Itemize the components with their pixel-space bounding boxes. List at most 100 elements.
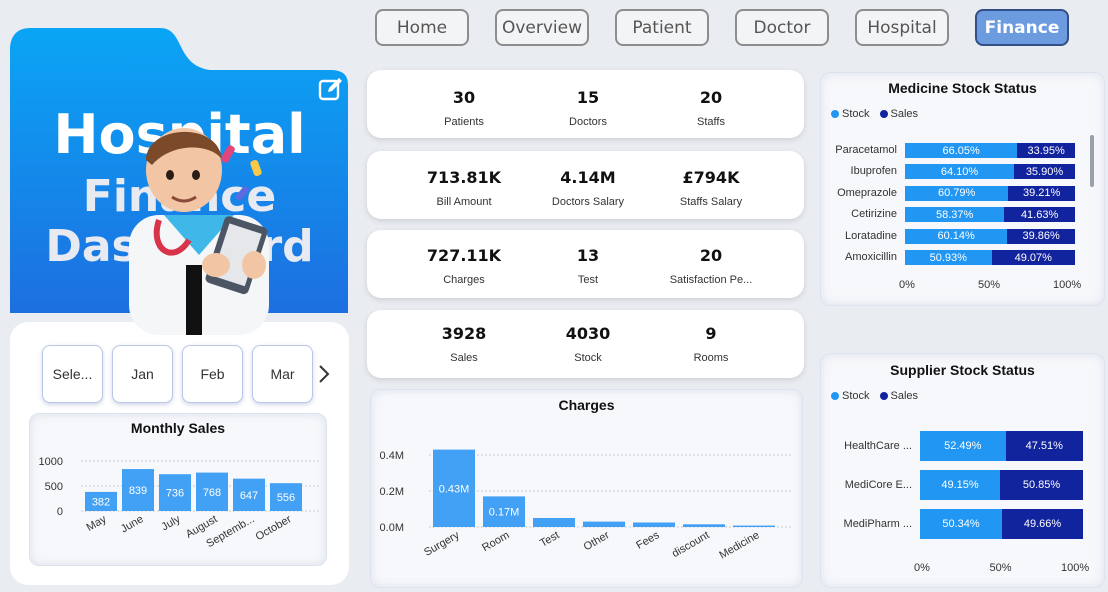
x-tick-label: July <box>160 513 183 533</box>
kpi-label: Stock <box>574 352 602 364</box>
stacked-bar-row: 50.93% 49.07% <box>905 250 1075 265</box>
x-tick-label: 50% <box>989 562 1012 574</box>
kpi-doctors: 15 Doctors <box>518 88 658 128</box>
nav-patient-button[interactable]: Patient <box>615 9 709 46</box>
month-select-all[interactable]: Sele... <box>42 345 103 403</box>
data-label: 736 <box>166 488 184 500</box>
month-feb[interactable]: Feb <box>182 345 243 403</box>
kpi-label: Bill Amount <box>436 196 492 208</box>
kpi-label: Sales <box>450 352 478 364</box>
stacked-bar-row: 60.14% 39.86% <box>905 228 1075 244</box>
data-label: 839 <box>129 485 147 497</box>
kpi-value: 20 <box>699 88 723 107</box>
nav-overview-button[interactable]: Overview <box>495 9 589 46</box>
bar-segment-sales[interactable]: 47.51% <box>1005 431 1083 461</box>
stacked-bar-row: 49.15% 50.85% <box>920 470 1083 500</box>
bar[interactable] <box>683 524 725 527</box>
x-tick-label: 50% <box>978 279 1001 291</box>
kpi-staffs-salary: £794K Staffs Salary <box>641 168 781 208</box>
data-label: 768 <box>203 487 221 499</box>
kpi-satisfaction: 20 Satisfaction Pe... <box>641 246 781 286</box>
legend-stock-label: Stock <box>842 108 870 120</box>
charges-card: Charges 0.4M 0.2M 0.0M 0.43M Surgery 0.17M Roo… <box>370 389 803 588</box>
row-label: Loratadine <box>845 229 897 242</box>
bar-segment-sales[interactable]: 39.86% <box>1007 228 1075 244</box>
x-tick-label: Test <box>538 529 561 549</box>
nav-doctor-button[interactable]: Doctor <box>735 9 829 46</box>
kpi-label: Staffs Salary <box>679 196 743 208</box>
data-label: 0.17M <box>489 507 520 519</box>
bar-segment-sales[interactable]: 50.85% <box>1000 470 1083 500</box>
x-tick-label: Medicine <box>717 529 761 561</box>
bar[interactable] <box>533 518 575 527</box>
kpi-stock: 4030 Stock <box>518 324 658 364</box>
legend-sales-label: Sales <box>890 390 919 402</box>
monthly-sales-chart: 10005000382May839June736July768August647… <box>39 456 320 550</box>
y-tick-label: 0.0M <box>380 522 404 534</box>
supplier-stock-card: Supplier Stock Status Stock Sales Health… <box>820 353 1105 588</box>
legend-stock: Stock <box>831 108 870 120</box>
kpi-test: 13 Test <box>518 246 658 286</box>
bar-segment-stock[interactable]: 60.79% <box>905 185 1009 201</box>
kpi-sales: 3928 Sales <box>394 324 534 364</box>
kpi-value: 3928 <box>441 324 487 343</box>
row-label: HealthCare ... <box>844 439 912 452</box>
bar-segment-sales[interactable]: 49.07% <box>991 250 1075 265</box>
medicine-legend: Stock Sales <box>831 108 918 120</box>
x-tick-label: 100% <box>1053 279 1082 291</box>
kpi-bill-amount: 713.81K Bill Amount <box>394 168 534 208</box>
nav-hospital-button[interactable]: Hospital <box>855 9 949 46</box>
kpi-label: Test <box>577 274 599 286</box>
x-tick-label: 0% <box>914 562 930 574</box>
kpi-value: 9 <box>705 324 717 343</box>
x-tick-label: Other <box>582 529 612 553</box>
bar-segment-stock[interactable]: 64.10% <box>905 164 1014 180</box>
medicine-scrollbar[interactable] <box>1090 135 1094 187</box>
medicine-stock-title: Medicine Stock Status <box>888 80 1037 96</box>
bar-segment-sales[interactable]: 41.63% <box>1004 207 1075 223</box>
medicine-stock-card: Medicine Stock Status Stock Sales Parace… <box>820 72 1105 306</box>
bar-segment-stock[interactable]: 50.93% <box>905 250 992 265</box>
bar[interactable] <box>583 521 625 527</box>
row-label: Cetirizine <box>851 208 897 221</box>
kpi-label: Patients <box>444 116 484 128</box>
x-tick-label: Surgery <box>422 529 462 559</box>
month-jan[interactable]: Jan <box>112 345 173 403</box>
data-label: 647 <box>240 490 258 502</box>
y-tick-label: 0.2M <box>380 486 404 498</box>
kpi-patients: 30 Patients <box>394 88 534 128</box>
edit-icon[interactable] <box>318 76 344 102</box>
charges-chart: 0.4M 0.2M 0.0M 0.43M Surgery 0.17M Room Test Oth… <box>380 449 791 562</box>
bar-segment-stock[interactable]: 52.49% <box>920 431 1006 461</box>
kpi-label: Satisfaction Pe... <box>669 274 753 286</box>
kpi-label: Rooms <box>693 352 729 364</box>
data-label: 0.43M <box>439 483 470 495</box>
bar-segment-stock[interactable]: 58.37% <box>905 207 1005 223</box>
kpi-card-charges: 727.11K Charges 13 Test 20 Satisfaction Pe.… <box>367 230 804 298</box>
bar[interactable] <box>633 522 675 528</box>
month-mar[interactable]: Mar <box>252 345 313 403</box>
bar-segment-stock[interactable]: 60.14% <box>905 228 1008 244</box>
top-nav: Home Overview Patient Doctor Hospital Fi… <box>375 9 1069 46</box>
legend-sales-label: Sales <box>890 108 919 120</box>
kpi-card-inventory: 3928 Sales 4030 Stock 9 Rooms <box>367 310 804 378</box>
bar-segment-sales[interactable]: 39.21% <box>1008 185 1075 201</box>
data-label: 382 <box>92 496 110 508</box>
bar-segment-stock[interactable]: 66.05% <box>905 143 1018 158</box>
nav-home-button[interactable]: Home <box>375 9 469 46</box>
bar-segment-sales[interactable]: 49.66% <box>1002 509 1083 539</box>
stacked-bar-row: 66.05% 33.95% <box>905 143 1075 158</box>
y-tick-label: 500 <box>45 481 63 493</box>
chevron-right-icon[interactable] <box>316 362 332 386</box>
x-tick-label: May <box>85 513 109 534</box>
row-label: Ibuprofen <box>850 165 897 178</box>
bar[interactable] <box>733 525 775 527</box>
bar-segment-sales[interactable]: 35.90% <box>1013 164 1075 180</box>
bar-segment-stock[interactable]: 49.15% <box>920 470 1001 500</box>
kpi-card-amounts: 713.81K Bill Amount 4.14M Doctors Salary £… <box>367 151 804 219</box>
bar-segment-sales[interactable]: 33.95% <box>1017 143 1075 158</box>
bar-segment-stock[interactable]: 50.34% <box>920 509 1003 539</box>
legend-sales: Sales <box>879 390 919 402</box>
x-tick-label: 0% <box>899 279 915 291</box>
nav-finance-button[interactable]: Finance <box>975 9 1069 46</box>
